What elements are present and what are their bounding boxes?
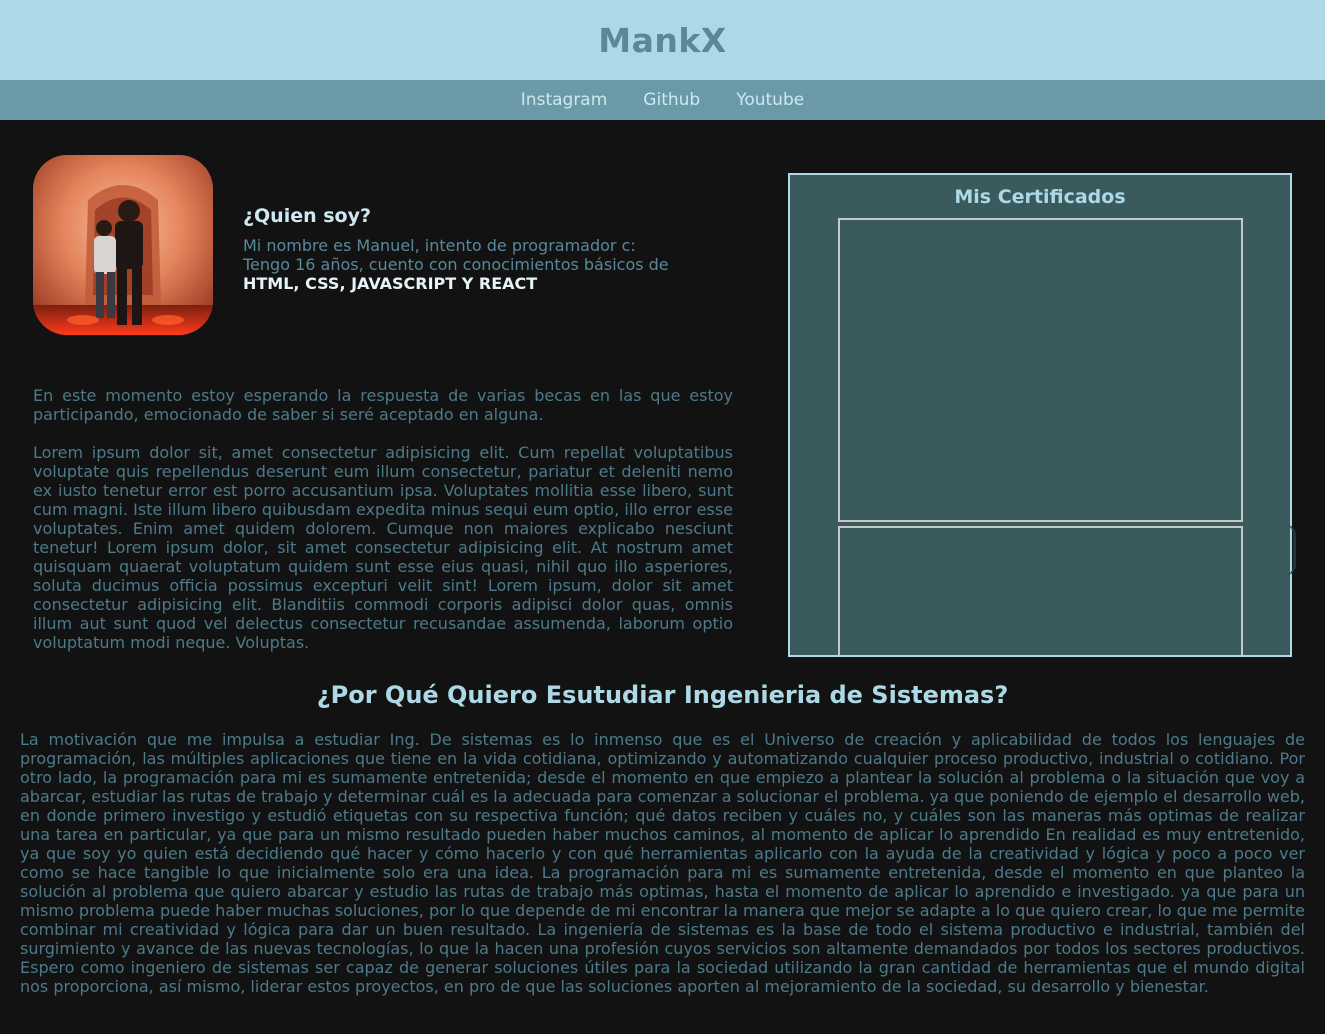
profile-photo bbox=[33, 155, 213, 335]
profile-photo-image bbox=[33, 155, 213, 335]
nav-link-github[interactable]: Github bbox=[643, 90, 700, 110]
intro-paragraph-lorem: Lorem ipsum dolor sit, amet consectetur … bbox=[33, 443, 733, 652]
intro-paragraph-scholarships: En este momento estoy esperando la respu… bbox=[33, 386, 733, 424]
main-content: ¿Quien soy? Mi nombre es Manuel, intento… bbox=[0, 120, 1325, 1034]
why-heading: ¿Por Qué Quiero Esutudiar Ingenieria de … bbox=[316, 681, 1009, 709]
nav-link-instagram[interactable]: Instagram bbox=[521, 90, 608, 110]
site-title: MankX bbox=[598, 20, 727, 60]
site-header: MankX bbox=[0, 0, 1325, 80]
about-line-2: Tengo 16 años, cuento con conocimientos … bbox=[243, 255, 669, 274]
about-heading: ¿Quien soy? bbox=[243, 205, 372, 227]
about-text: Mi nombre es Manuel, intento de programa… bbox=[243, 236, 723, 293]
about-skills: HTML, CSS, JAVASCRIPT Y REACT bbox=[243, 274, 538, 293]
decorative-arc bbox=[1286, 525, 1296, 575]
why-text: La motivación que me impulsa a estudiar … bbox=[20, 730, 1305, 996]
certificates-panel[interactable]: Mis Certificados bbox=[788, 173, 1292, 657]
nav-link-youtube[interactable]: Youtube bbox=[736, 90, 804, 110]
certificate-card[interactable] bbox=[838, 218, 1243, 522]
main-nav: Instagram Github Youtube bbox=[0, 80, 1325, 120]
about-section: ¿Quien soy? Mi nombre es Manuel, intento… bbox=[243, 205, 723, 293]
certificates-title: Mis Certificados bbox=[954, 186, 1126, 208]
certificate-card[interactable] bbox=[838, 526, 1243, 655]
about-line-1: Mi nombre es Manuel, intento de programa… bbox=[243, 236, 636, 255]
